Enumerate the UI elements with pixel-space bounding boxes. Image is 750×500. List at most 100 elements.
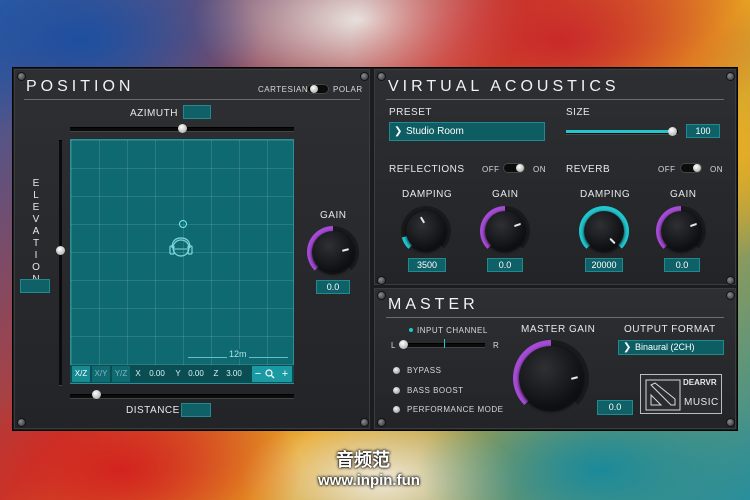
reverb-toggle[interactable] xyxy=(680,163,702,173)
size-value-field[interactable]: 100 xyxy=(686,124,720,138)
reflections-damping-knob[interactable] xyxy=(401,206,451,256)
toggle-knob xyxy=(693,164,701,172)
reverb-gain-value[interactable]: 0.0 xyxy=(664,258,700,272)
input-channel-center-tick xyxy=(444,339,445,348)
bass-boost-label: BASS BOOST xyxy=(407,386,464,395)
reverb-on-label: ON xyxy=(710,165,723,174)
x-value-field[interactable]: 0.00 xyxy=(144,366,170,382)
screw xyxy=(377,276,386,285)
reflections-label: REFLECTIONS xyxy=(389,164,465,175)
performance-mode-radio[interactable] xyxy=(393,406,400,413)
reflections-gain-label: GAIN xyxy=(492,189,519,200)
reflections-gain-value[interactable]: 0.0 xyxy=(487,258,523,272)
preset-label: PRESET xyxy=(389,107,433,118)
screw xyxy=(726,291,735,300)
position-gain-value[interactable]: 0.0 xyxy=(316,280,350,294)
toggle-knob xyxy=(310,85,318,93)
y-label: Y xyxy=(175,369,181,378)
screw xyxy=(360,418,369,427)
knob-body xyxy=(485,211,525,251)
reflections-gain-knob[interactable] xyxy=(480,206,530,256)
reverb-damping-knob[interactable] xyxy=(579,206,629,256)
input-channel-dot xyxy=(409,328,413,332)
reverb-off-label: OFF xyxy=(658,165,676,174)
position-title: POSITION xyxy=(26,78,135,95)
watermark-url: www.inpin.fun xyxy=(318,472,420,489)
screw xyxy=(726,418,735,427)
master-gain-knob[interactable] xyxy=(513,340,589,416)
zoom-in-button[interactable]: + xyxy=(279,366,291,382)
reflections-toggle[interactable] xyxy=(503,163,525,173)
input-channel-slider-thumb[interactable] xyxy=(399,340,408,349)
elevation-letter: E xyxy=(32,178,40,189)
elevation-letter: E xyxy=(32,202,40,213)
master-gain-value[interactable]: 0.0 xyxy=(597,400,633,415)
elevation-letter: L xyxy=(33,190,39,201)
chevron-right-icon: ❯ xyxy=(394,126,403,137)
screw xyxy=(17,72,26,81)
position-gain-label: GAIN xyxy=(320,210,347,221)
azimuth-label: AZIMUTH xyxy=(130,108,178,119)
listener-head-icon xyxy=(169,237,193,257)
distance-slider[interactable] xyxy=(70,394,294,399)
bass-boost-radio[interactable] xyxy=(393,387,400,394)
bypass-radio[interactable] xyxy=(393,367,400,374)
reverb-label: REVERB xyxy=(566,164,611,175)
distance-label: DISTANCE xyxy=(126,405,180,416)
knob-body xyxy=(661,211,701,251)
source-position-marker[interactable] xyxy=(179,220,187,228)
elevation-letter: A xyxy=(32,226,40,237)
position-gain-knob[interactable] xyxy=(307,226,359,278)
knob-body xyxy=(584,211,624,251)
reflections-damping-label: DAMPING xyxy=(402,189,453,200)
screw xyxy=(17,418,26,427)
divider xyxy=(386,317,724,318)
bypass-label: BYPASS xyxy=(407,366,442,375)
reverb-damping-label: DAMPING xyxy=(580,189,631,200)
output-format-dropdown[interactable]: ❯ Binaural (2CH) xyxy=(618,340,724,355)
view-yz-button[interactable]: Y/Z xyxy=(112,366,130,382)
elevation-letter: O xyxy=(32,262,40,273)
performance-mode-label: PERFORMANCE MODE xyxy=(407,405,504,414)
azimuth-slider-thumb[interactable] xyxy=(178,124,187,133)
input-r-label: R xyxy=(493,341,500,350)
elevation-value-field[interactable] xyxy=(20,279,50,293)
screw xyxy=(726,276,735,285)
grid-scale-label: 12m xyxy=(227,349,249,359)
divider xyxy=(24,99,360,100)
reverb-damping-value[interactable]: 20000 xyxy=(585,258,623,272)
dearvr-logo-icon xyxy=(645,379,681,411)
reflections-on-label: ON xyxy=(533,165,546,174)
z-value-field[interactable]: 3.00 xyxy=(221,366,247,382)
x-label: X xyxy=(135,369,141,378)
screw xyxy=(377,291,386,300)
screw xyxy=(360,72,369,81)
input-channel-label: INPUT CHANNEL xyxy=(417,326,488,335)
reverb-gain-label: GAIN xyxy=(670,189,697,200)
y-value-field[interactable]: 0.00 xyxy=(183,366,209,382)
magnifier-icon[interactable] xyxy=(265,369,275,379)
elevation-slider-thumb[interactable] xyxy=(56,246,65,255)
preset-dropdown[interactable]: ❯ Studio Room xyxy=(389,122,545,141)
size-label: SIZE xyxy=(566,107,591,118)
polar-label: POLAR xyxy=(333,85,363,94)
logo-bottom-text: MUSIC xyxy=(684,397,719,408)
screw xyxy=(377,72,386,81)
view-xy-button[interactable]: X/Y xyxy=(92,366,110,382)
screw xyxy=(377,418,386,427)
chevron-right-icon: ❯ xyxy=(623,342,632,353)
dearvr-music-logo: DEARVR MUSIC xyxy=(640,374,722,414)
azimuth-value-field[interactable] xyxy=(183,105,211,119)
cartesian-polar-toggle[interactable] xyxy=(307,84,329,94)
watermark-title: 音频范 xyxy=(336,450,390,470)
elevation-letter: I xyxy=(34,250,38,261)
elevation-label: ELEVATION xyxy=(30,178,42,286)
reverb-gain-knob[interactable] xyxy=(656,206,706,256)
view-xz-button[interactable]: X/Z xyxy=(72,366,90,382)
zoom-out-button[interactable]: − xyxy=(253,366,263,382)
distance-value-field[interactable] xyxy=(181,403,211,417)
reflections-damping-value[interactable]: 3500 xyxy=(408,258,446,272)
elevation-slider[interactable] xyxy=(59,140,62,386)
distance-slider-thumb[interactable] xyxy=(92,390,101,399)
knob-body xyxy=(406,211,446,251)
